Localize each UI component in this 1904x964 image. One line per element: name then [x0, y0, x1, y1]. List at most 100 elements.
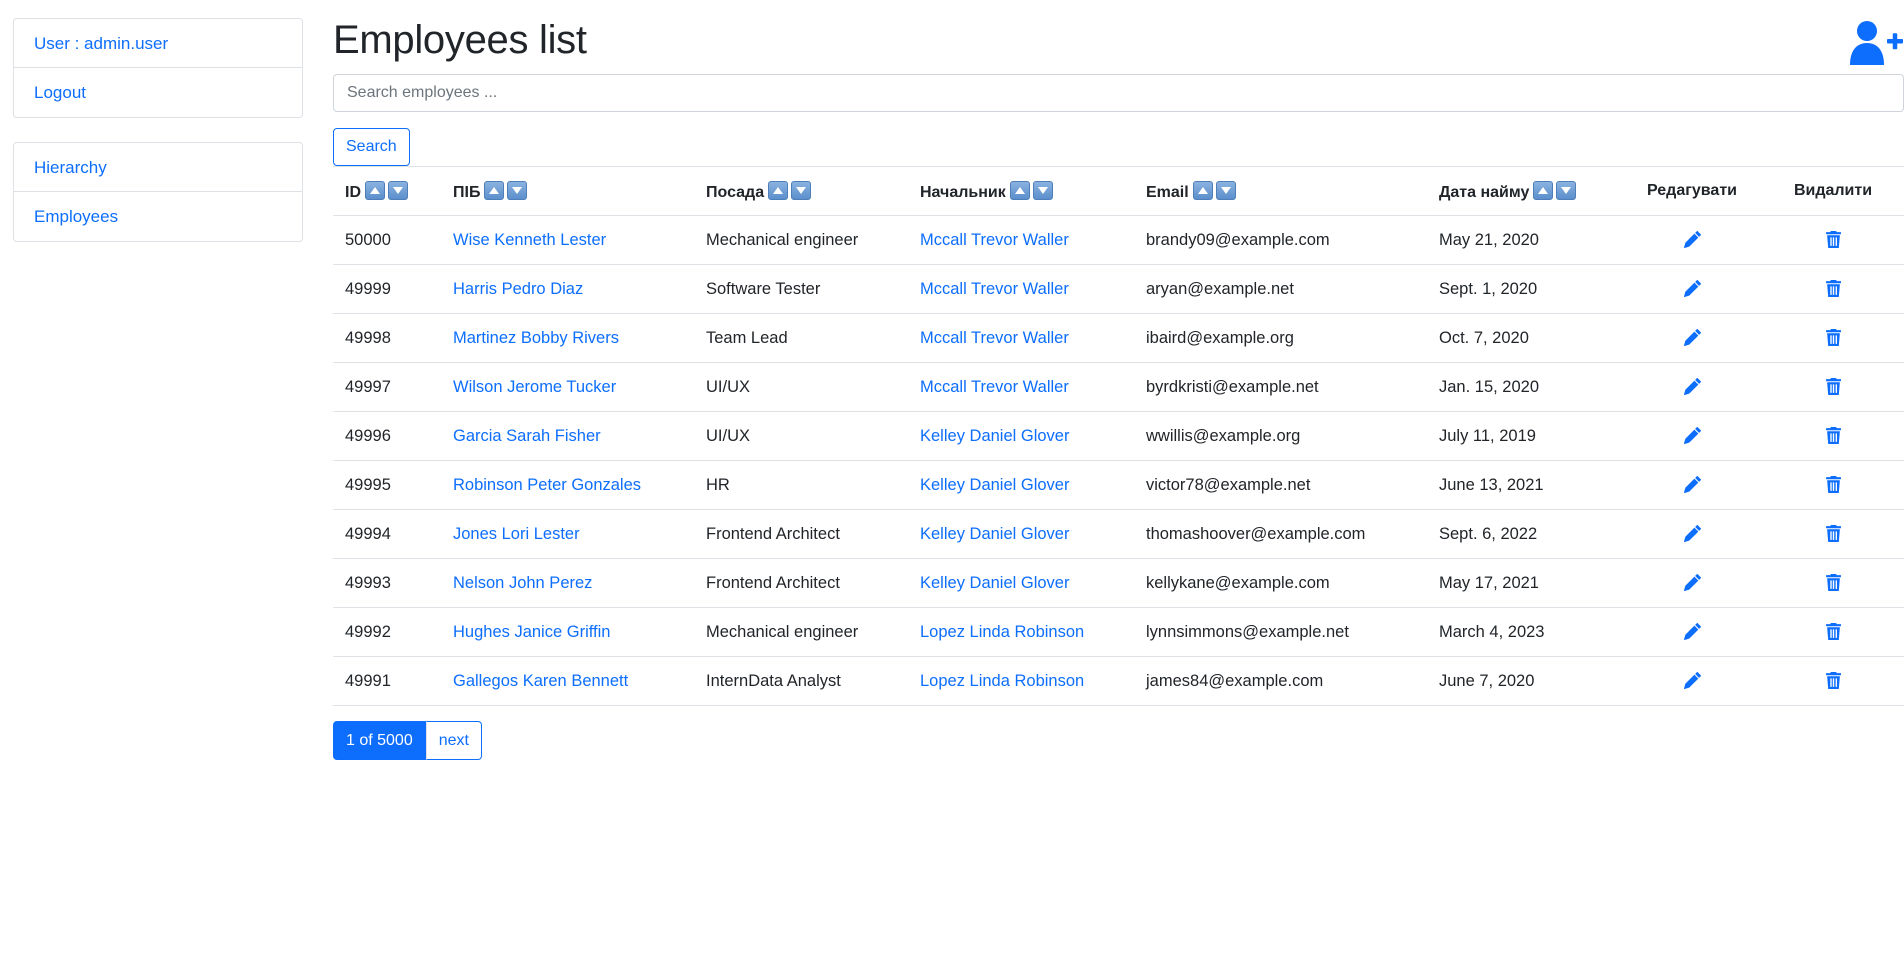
sort-down-icon[interactable] — [1556, 180, 1577, 200]
pencil-icon[interactable] — [1683, 427, 1701, 445]
col-header-label: Email — [1146, 183, 1189, 201]
sort-down-icon[interactable] — [791, 180, 812, 200]
col-header-label: ID — [345, 183, 361, 201]
sort-up-icon[interactable] — [1192, 180, 1213, 200]
cell-id: 49996 — [333, 411, 441, 461]
pencil-icon[interactable] — [1683, 280, 1701, 298]
sort-down-icon[interactable] — [1215, 180, 1236, 200]
trash-icon[interactable] — [1824, 280, 1842, 298]
cell-position: Team Lead — [694, 313, 908, 363]
employee-name-link[interactable]: Gallegos Karen Bennett — [453, 672, 628, 690]
cell-edit — [1622, 558, 1762, 608]
pencil-icon[interactable] — [1683, 476, 1701, 494]
trash-icon[interactable] — [1824, 231, 1842, 249]
search-button[interactable]: Search — [333, 128, 410, 166]
sort-down-icon[interactable] — [388, 180, 408, 200]
table-row: 49994 Jones Lori Lester Frontend Architect… — [333, 509, 1904, 559]
sort-down-icon[interactable] — [507, 180, 528, 200]
cell-hire-date: Oct. 7, 2020 — [1427, 313, 1622, 363]
cell-email: aryan@example.net — [1134, 264, 1427, 314]
pencil-icon[interactable] — [1683, 329, 1701, 347]
next-page-link[interactable]: next — [425, 721, 482, 760]
pencil-icon[interactable] — [1683, 574, 1701, 592]
cell-name: Garcia Sarah Fisher — [441, 411, 694, 461]
manager-name-link[interactable]: Kelley Daniel Glover — [920, 476, 1069, 494]
trash-icon[interactable] — [1824, 623, 1842, 641]
trash-icon[interactable] — [1824, 476, 1842, 494]
cell-edit — [1622, 313, 1762, 363]
employee-name-link[interactable]: Harris Pedro Diaz — [453, 280, 583, 298]
cell-position: Frontend Architect — [694, 509, 908, 559]
employee-name-link[interactable]: Garcia Sarah Fisher — [453, 427, 601, 445]
trash-icon[interactable] — [1824, 427, 1842, 445]
cell-id: 49993 — [333, 558, 441, 608]
cell-email: james84@example.com — [1134, 656, 1427, 706]
manager-name-link[interactable]: Lopez Linda Robinson — [920, 623, 1084, 641]
sort-up-icon[interactable] — [1009, 180, 1030, 200]
employee-name-link[interactable]: Nelson John Perez — [453, 574, 592, 592]
nav-item-employees[interactable]: Employees — [14, 192, 302, 241]
employee-name-link[interactable]: Wise Kenneth Lester — [453, 231, 606, 249]
col-header-label: Начальник — [920, 183, 1006, 201]
cell-name: Gallegos Karen Bennett — [441, 656, 694, 706]
cell-delete — [1762, 313, 1904, 363]
account-menu: User : admin.user Logout — [13, 18, 303, 118]
cell-hire-date: March 4, 2023 — [1427, 607, 1622, 657]
current-user-link[interactable]: User : admin.user — [14, 19, 302, 68]
manager-name-link[interactable]: Kelley Daniel Glover — [920, 574, 1069, 592]
pencil-icon[interactable] — [1683, 231, 1701, 249]
search-input[interactable] — [333, 74, 1904, 112]
table-row: 49995 Robinson Peter Gonzales HR Kelley Dan… — [333, 460, 1904, 510]
manager-name-link[interactable]: Kelley Daniel Glover — [920, 427, 1069, 445]
sort-up-icon[interactable] — [365, 180, 385, 200]
employee-name-link[interactable]: Martinez Bobby Rivers — [453, 329, 619, 347]
cell-manager: Kelley Daniel Glover — [908, 509, 1134, 559]
manager-name-link[interactable]: Mccall Trevor Waller — [920, 231, 1069, 249]
cell-email: byrdkristi@example.net — [1134, 362, 1427, 412]
cell-edit — [1622, 509, 1762, 559]
table-header-row: ID ПІБ Посада Начальник Email Дата найму… — [333, 166, 1904, 216]
cell-position: Mechanical engineer — [694, 215, 908, 265]
cell-hire-date: May 17, 2021 — [1427, 558, 1622, 608]
manager-name-link[interactable]: Mccall Trevor Waller — [920, 378, 1069, 396]
employee-name-link[interactable]: Hughes Janice Griffin — [453, 623, 610, 641]
pencil-icon[interactable] — [1683, 623, 1701, 641]
pencil-icon[interactable] — [1683, 525, 1701, 543]
table-row: 49991 Gallegos Karen Bennett InternData An… — [333, 656, 1904, 706]
nav-menu: Hierarchy Employees — [13, 142, 303, 242]
sort-up-icon[interactable] — [1533, 180, 1554, 200]
manager-name-link[interactable]: Kelley Daniel Glover — [920, 525, 1069, 543]
cell-position: InternData Analyst — [694, 656, 908, 706]
trash-icon[interactable] — [1824, 574, 1842, 592]
table-row: 49996 Garcia Sarah Fisher UI/UX Kelley Dani… — [333, 411, 1904, 461]
pencil-icon[interactable] — [1683, 672, 1701, 690]
employee-name-link[interactable]: Robinson Peter Gonzales — [453, 476, 641, 494]
manager-name-link[interactable]: Mccall Trevor Waller — [920, 329, 1069, 347]
cell-delete — [1762, 362, 1904, 412]
table-row: 49998 Martinez Bobby Rivers Team Lead Mccal… — [333, 313, 1904, 363]
nav-item-hierarchy[interactable]: Hierarchy — [14, 143, 302, 192]
sort-down-icon[interactable] — [1032, 180, 1053, 200]
cell-id: 49997 — [333, 362, 441, 412]
user-plus-icon[interactable] — [1848, 20, 1904, 66]
trash-icon[interactable] — [1824, 378, 1842, 396]
cell-manager: Lopez Linda Robinson — [908, 607, 1134, 657]
sort-up-icon[interactable] — [484, 180, 505, 200]
page-current: 1 of 5000 — [333, 721, 426, 760]
cell-email: wwillis@example.org — [1134, 411, 1427, 461]
manager-name-link[interactable]: Lopez Linda Robinson — [920, 672, 1084, 690]
logout-link[interactable]: Logout — [14, 68, 302, 117]
trash-icon[interactable] — [1824, 329, 1842, 347]
trash-icon[interactable] — [1824, 525, 1842, 543]
cell-delete — [1762, 509, 1904, 559]
cell-manager: Kelley Daniel Glover — [908, 558, 1134, 608]
manager-name-link[interactable]: Mccall Trevor Waller — [920, 280, 1069, 298]
table-row: 49997 Wilson Jerome Tucker UI/UX Mccall Tre… — [333, 362, 1904, 412]
trash-icon[interactable] — [1824, 672, 1842, 690]
employee-name-link[interactable]: Jones Lori Lester — [453, 525, 580, 543]
col-header-hire-date: Дата найму — [1427, 166, 1622, 216]
pencil-icon[interactable] — [1683, 378, 1701, 396]
employee-name-link[interactable]: Wilson Jerome Tucker — [453, 378, 616, 396]
sort-up-icon[interactable] — [768, 180, 789, 200]
cell-delete — [1762, 656, 1904, 706]
